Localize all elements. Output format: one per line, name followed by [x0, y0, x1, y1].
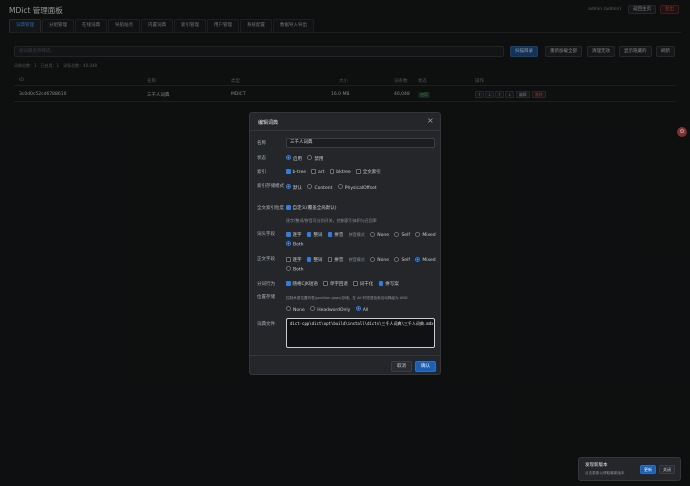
headword-mode-none-radio[interactable]: None — [370, 231, 389, 238]
close-icon[interactable]: × — [427, 116, 434, 125]
status-enabled-radio[interactable]: 启用 — [286, 155, 302, 162]
position-hint: 控制术语位置列表(position gaps)存储。在 All 时短语检索自动降… — [286, 296, 408, 300]
body-mode-self-radio[interactable]: Self — [394, 256, 410, 263]
index-art-checkbox[interactable]: art — [311, 169, 324, 175]
body-options: 逐字 整词 拼音 拼音模式 None Self Mixed — [286, 256, 440, 264]
toast-title: 发现新版本 — [585, 463, 608, 468]
file-label: 词典文件 — [257, 322, 275, 327]
headword-mode-both-radio[interactable]: Both — [286, 241, 303, 249]
body-pinyin-mode-label: 拼音模式 — [348, 257, 365, 262]
fulltext-hint: 逐字/整词/拼音可分别开关，控制索引体积与召回率 — [286, 218, 377, 223]
update-toast: 发现新版本 点击更新以获取最新版本 更新 关闭 — [578, 457, 681, 481]
status-options: 启用 禁用 — [286, 155, 327, 163]
dialog-divider — [250, 130, 440, 131]
segment-cjk-checkbox[interactable]: 随格CJK短语 — [286, 281, 318, 287]
cancel-button[interactable]: 取消 — [391, 361, 412, 372]
index-fulltext-checkbox[interactable]: 全文索引 — [356, 169, 381, 175]
status-disabled-radio[interactable]: 禁用 — [307, 155, 323, 162]
body-pinyin-checkbox[interactable]: 拼音 — [327, 257, 343, 263]
toast-body: 点击更新以获取最新版本 — [585, 471, 625, 475]
storage-options: 默认 Content PhysicalOffset — [286, 184, 381, 192]
body-mode-none-radio[interactable]: None — [370, 256, 389, 263]
body-label: 正文字段 — [257, 257, 275, 262]
fulltext-custom-checkbox[interactable]: 自定义(覆盖全局默认) — [286, 205, 337, 212]
dialog-title: 编辑词典 — [258, 120, 279, 126]
headword-options: 逐字 整词 拼音 拼音模式 None Self Mixed — [286, 231, 440, 239]
position-all-radio[interactable]: All — [355, 306, 368, 313]
segment-spell-checkbox[interactable]: 拼写案 — [378, 281, 399, 287]
position-headword-radio[interactable]: HeadwordOnly — [310, 306, 350, 313]
storage-default-radio[interactable]: 默认 — [286, 184, 302, 191]
position-options: None HeadwordOnly All — [286, 306, 372, 314]
index-bktree-checkbox[interactable]: bktree — [329, 169, 351, 175]
headword-mode-self-radio[interactable]: Self — [394, 231, 410, 238]
segment-options: 随格CJK短语 单字回退 词干化 拼写案 — [286, 281, 403, 288]
segment-fallback-checkbox[interactable]: 单字回退 — [323, 281, 348, 287]
storage-physical-radio[interactable]: PhysicalOffset — [337, 184, 377, 191]
dialog-footer-divider — [250, 355, 440, 356]
fulltext-granularity-label: 全文索引粒度 — [257, 206, 284, 211]
body-char-checkbox[interactable]: 逐字 — [286, 257, 302, 263]
headword-mode-mixed-radio[interactable]: Mixed — [415, 231, 436, 238]
status-label: 状态 — [257, 156, 266, 161]
index-label: 索引 — [257, 170, 266, 175]
headword-word-checkbox[interactable]: 整词 — [306, 232, 322, 238]
toast-close-button[interactable]: 关闭 — [659, 465, 675, 474]
headword-label: 词头字段 — [257, 232, 275, 237]
file-path-textarea[interactable]: dict-cpp\dict\opt\build\install\dicts\三千… — [286, 318, 435, 348]
index-btree-checkbox[interactable]: b-tree — [286, 169, 306, 175]
position-label: 位置存储 — [257, 295, 275, 300]
position-none-radio[interactable]: None — [286, 306, 305, 313]
confirm-button[interactable]: 确认 — [415, 361, 436, 372]
segment-label: 分词行为 — [257, 282, 275, 287]
name-input[interactable]: 三千人词典 — [286, 138, 435, 148]
update-button[interactable]: 更新 — [640, 465, 656, 474]
headword-pinyin-mode-label: 拼音模式 — [348, 232, 365, 237]
index-options: b-tree art bktree 全文索引 — [286, 169, 385, 176]
body-mode-both-radio[interactable]: Both — [286, 266, 303, 274]
segment-stem-checkbox[interactable]: 词干化 — [353, 281, 373, 287]
body-word-checkbox[interactable]: 整词 — [306, 257, 322, 263]
storage-content-radio[interactable]: Content — [307, 184, 332, 191]
headword-pinyin-checkbox[interactable]: 拼音 — [327, 232, 343, 238]
edit-dictionary-dialog: 编辑词典 × 名称 三千人词典 状态 启用 禁用 索引 b-tree art b… — [249, 112, 441, 375]
name-label: 名称 — [257, 141, 266, 146]
body-mode-mixed-radio[interactable]: Mixed — [415, 256, 436, 263]
headword-char-checkbox[interactable]: 逐字 — [286, 232, 302, 238]
storage-label: 索引存储模式 — [257, 184, 284, 189]
